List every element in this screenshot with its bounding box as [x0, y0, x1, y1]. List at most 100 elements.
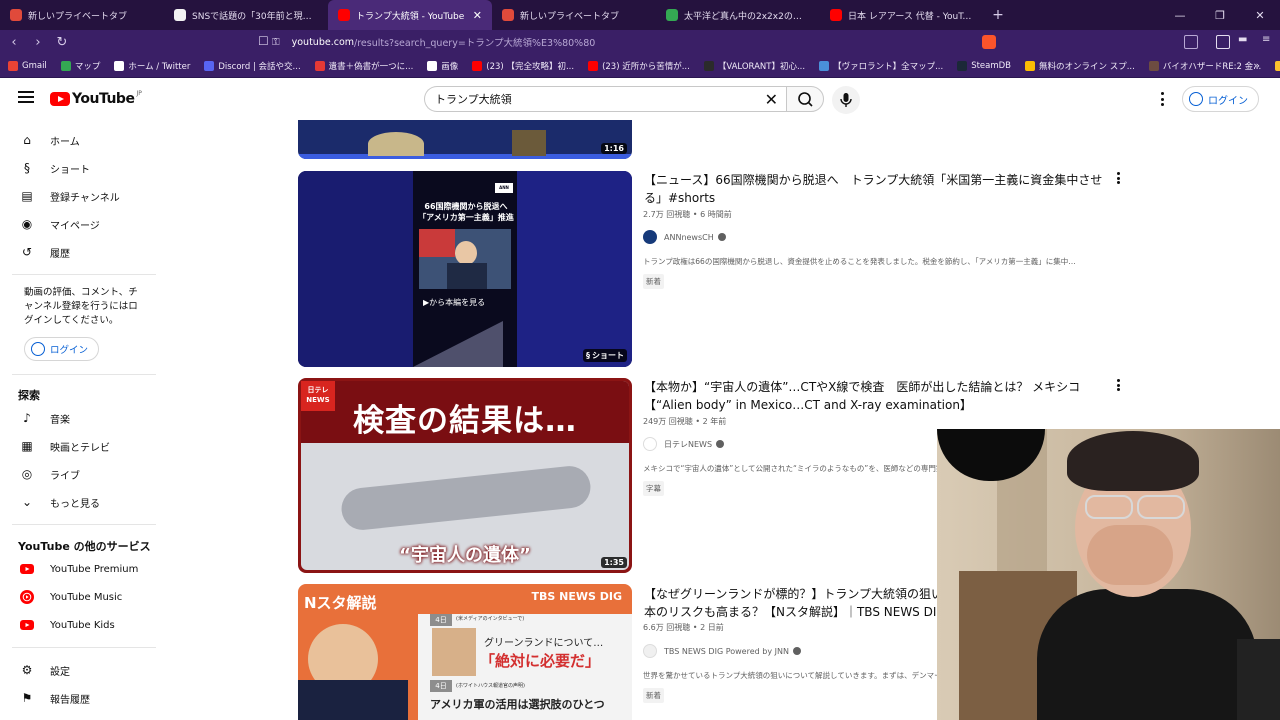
menu-icon[interactable]: ≡ — [1262, 34, 1276, 48]
login-label: ログイン — [1208, 95, 1248, 107]
channel-link[interactable]: 日テレNEWS — [643, 437, 725, 451]
forward-icon[interactable]: › — [28, 35, 48, 50]
home-icon: ⌂ — [23, 133, 31, 147]
sidebar-item-report-history[interactable]: ⚑ 報告履歴 — [12, 686, 152, 710]
date-tag: 4日 — [430, 614, 452, 626]
sidebar-item-history[interactable]: ↺ 履歴 — [12, 240, 152, 264]
hamburger-menu-icon[interactable] — [18, 91, 34, 103]
bookmark-favicon-icon — [114, 60, 125, 71]
sidebar-item-show-more[interactable]: ⌄ もっと見る — [12, 490, 152, 514]
channel-avatar — [643, 230, 657, 244]
browser-tab[interactable]: 日本 レアアース 代替 - YouTube — [820, 0, 984, 30]
history-icon: ↺ — [21, 245, 33, 259]
wallet-icon[interactable]: ▬ — [1238, 34, 1252, 48]
bookmark-favicon-icon — [8, 60, 18, 71]
microphone-icon — [840, 93, 852, 107]
sidebar-login-button[interactable]: ログイン — [24, 337, 100, 361]
video-thumbnail[interactable]: 1:16 — [298, 120, 632, 159]
bookmark-item[interactable]: Gmail — [8, 60, 47, 71]
browser-tab[interactable]: 新しいプライベートタブ — [492, 0, 656, 30]
video-thumbnail[interactable]: Nスタ解説 TBS NEWS DIG 4日 (米メディアのインタビューで) グリ… — [298, 584, 632, 720]
video-title[interactable]: 【ニュース】66国際機関から脱退へ トランプ大統領「米国第一主義に資金集中させる… — [644, 171, 1104, 207]
login-label: ログイン — [50, 345, 89, 356]
bookmark-item[interactable]: ツイッチ関連 — [1275, 60, 1280, 72]
browser-tab-active[interactable]: トランプ大統領 - YouTube ✕ — [328, 0, 492, 30]
header-login-button[interactable]: ログイン — [1182, 86, 1259, 112]
site-info-icon[interactable]: ⚿ — [272, 37, 280, 48]
bookmark-item[interactable]: 遺書＋偽書が一つに... — [314, 60, 414, 72]
sidebar-item-music[interactable]: ♪ 音楽 — [12, 406, 152, 430]
maximize-icon[interactable]: ❐ — [1200, 9, 1240, 22]
sidebar-item-label: 音楽 — [50, 414, 70, 426]
sidebar-item-settings[interactable]: ⚙ 設定 — [12, 658, 152, 682]
back-icon[interactable]: ‹ — [4, 35, 24, 50]
sidebar-item-label: ホーム — [50, 136, 80, 148]
search-input[interactable]: トランプ大統領 ✕ — [424, 86, 786, 112]
bookmark-item[interactable]: SteamDB — [957, 60, 1011, 71]
settings-more-icon[interactable] — [1160, 92, 1164, 106]
bookmark-favicon-icon — [588, 60, 599, 71]
bookmarks-overflow-icon[interactable]: » — [1253, 59, 1260, 72]
bookmark-label: (23) 【完全攻略】初... — [486, 61, 575, 72]
video-thumbnail[interactable]: ANN NEWS 66国際機関から脱退へ 「アメリカ第一主義」推進 ▶から本編を… — [298, 171, 632, 367]
sidebar-item-shorts[interactable]: § ショート — [12, 156, 152, 180]
reload-icon[interactable]: ↻ — [52, 35, 72, 50]
bookmark-item[interactable]: ホーム / Twitter — [114, 60, 190, 72]
sidebar-item-live[interactable]: ◎ ライブ — [12, 462, 152, 486]
brave-shields-icon[interactable] — [982, 35, 996, 49]
sidebar-item-you[interactable]: ◉ マイページ — [12, 212, 152, 236]
bookmark-item[interactable]: 【VALORANT】初心... — [703, 60, 805, 72]
bookmark-item[interactable]: 【ヴァロラント】全マップ... — [819, 60, 943, 72]
video-meta: 2.7万 回視聴 • 6 時間前 — [643, 210, 732, 219]
sidebar-item-premium[interactable]: YouTube Premium — [12, 557, 152, 581]
close-tab-icon[interactable]: ✕ — [473, 9, 482, 22]
video-more-icon[interactable] — [1116, 379, 1120, 391]
tab-label: 新しいプライベートタブ — [28, 11, 128, 22]
voice-search-button[interactable] — [832, 86, 860, 114]
bookmark-favicon-icon — [60, 60, 71, 71]
shorts-icon: § — [24, 161, 30, 175]
video-thumbnail[interactable]: 検査の結果は… 日テレ NEWS “宇宙人の遺体” 1:35 — [298, 378, 632, 573]
channel-link[interactable]: TBS NEWS DIG Powered by JNN — [643, 644, 801, 658]
thumbnail-quote: アメリカ軍の活用は選択肢のひとつ — [430, 698, 605, 711]
sidebar-item-subscriptions[interactable]: ▤ 登録チャンネル — [12, 184, 152, 208]
browser-tab[interactable]: SNSで話題の「30年前と現在の日本比較」 — [164, 0, 328, 30]
search-button[interactable] — [786, 86, 824, 112]
minimize-icon[interactable]: — — [1160, 9, 1200, 22]
thumbnail-photo — [419, 229, 511, 289]
thumbnail-left-panel: Nスタ解説 — [298, 584, 418, 720]
thumbnail-source: (ホワイトハウス報道官の声明) — [456, 683, 525, 689]
url-path: /results?search_query=トランプ大統領%E3%80%80 — [354, 38, 596, 49]
bookmark-page-icon[interactable]: ☐ — [258, 34, 269, 48]
url-field[interactable]: ⚿ youtube.com/results?search_query=トランプ大… — [272, 35, 596, 50]
video-title[interactable]: 【本物か】“宇宙人の遺体”…CTやX線で検査 医師が出した結論とは？ メキシコ【… — [644, 378, 1104, 414]
sidebar-item-music-app[interactable]: YouTube Music — [12, 585, 152, 609]
bookmark-label: 遺書＋偽書が一つに... — [328, 61, 414, 72]
sidebar-item-movies[interactable]: ▦ 映画とテレビ — [12, 434, 152, 458]
bookmark-item[interactable]: 無料のオンライン スプ... — [1025, 60, 1135, 72]
subscriptions-icon: ▤ — [21, 189, 33, 203]
bookmark-item[interactable]: (23) 近所から苦情が... — [588, 60, 690, 72]
video-more-icon[interactable] — [1116, 172, 1120, 184]
video-duration: 1:16 — [601, 143, 627, 154]
channel-link[interactable]: ANNnewsCH — [643, 230, 726, 244]
bookmark-item[interactable]: バイオハザードRE:2 金... — [1148, 60, 1261, 72]
sidebar-item-kids[interactable]: YouTube Kids — [12, 613, 152, 637]
thumbnail-cta: ▶から本編を見る — [423, 298, 486, 307]
bookmark-item[interactable]: 画像 — [427, 60, 458, 72]
bookmark-item[interactable]: (23) 【完全攻略】初... — [472, 60, 574, 72]
clear-search-icon[interactable]: ✕ — [765, 90, 778, 109]
sidebar-toggle-icon[interactable] — [1216, 35, 1230, 49]
bookmark-item[interactable]: Discord | 会話や交... — [204, 60, 301, 72]
browser-tab[interactable]: 太平洋ど真ん中の2x2x2のちっちゃい島… — [656, 0, 820, 30]
live-icon: ◎ — [21, 467, 33, 481]
bookmark-item[interactable]: マップ — [60, 60, 100, 72]
channel-name: TBS NEWS DIG Powered by JNN — [664, 646, 789, 656]
new-tab-button[interactable]: + — [984, 7, 1012, 23]
close-window-icon[interactable]: ✕ — [1240, 9, 1280, 22]
extensions-icon[interactable] — [1184, 35, 1198, 49]
sidebar-item-label: 設定 — [50, 666, 70, 678]
youtube-logo[interactable]: YouTube JP — [50, 90, 142, 107]
browser-tab[interactable]: 新しいプライベートタブ — [0, 0, 164, 30]
sidebar-item-home[interactable]: ⌂ ホーム — [12, 128, 152, 152]
